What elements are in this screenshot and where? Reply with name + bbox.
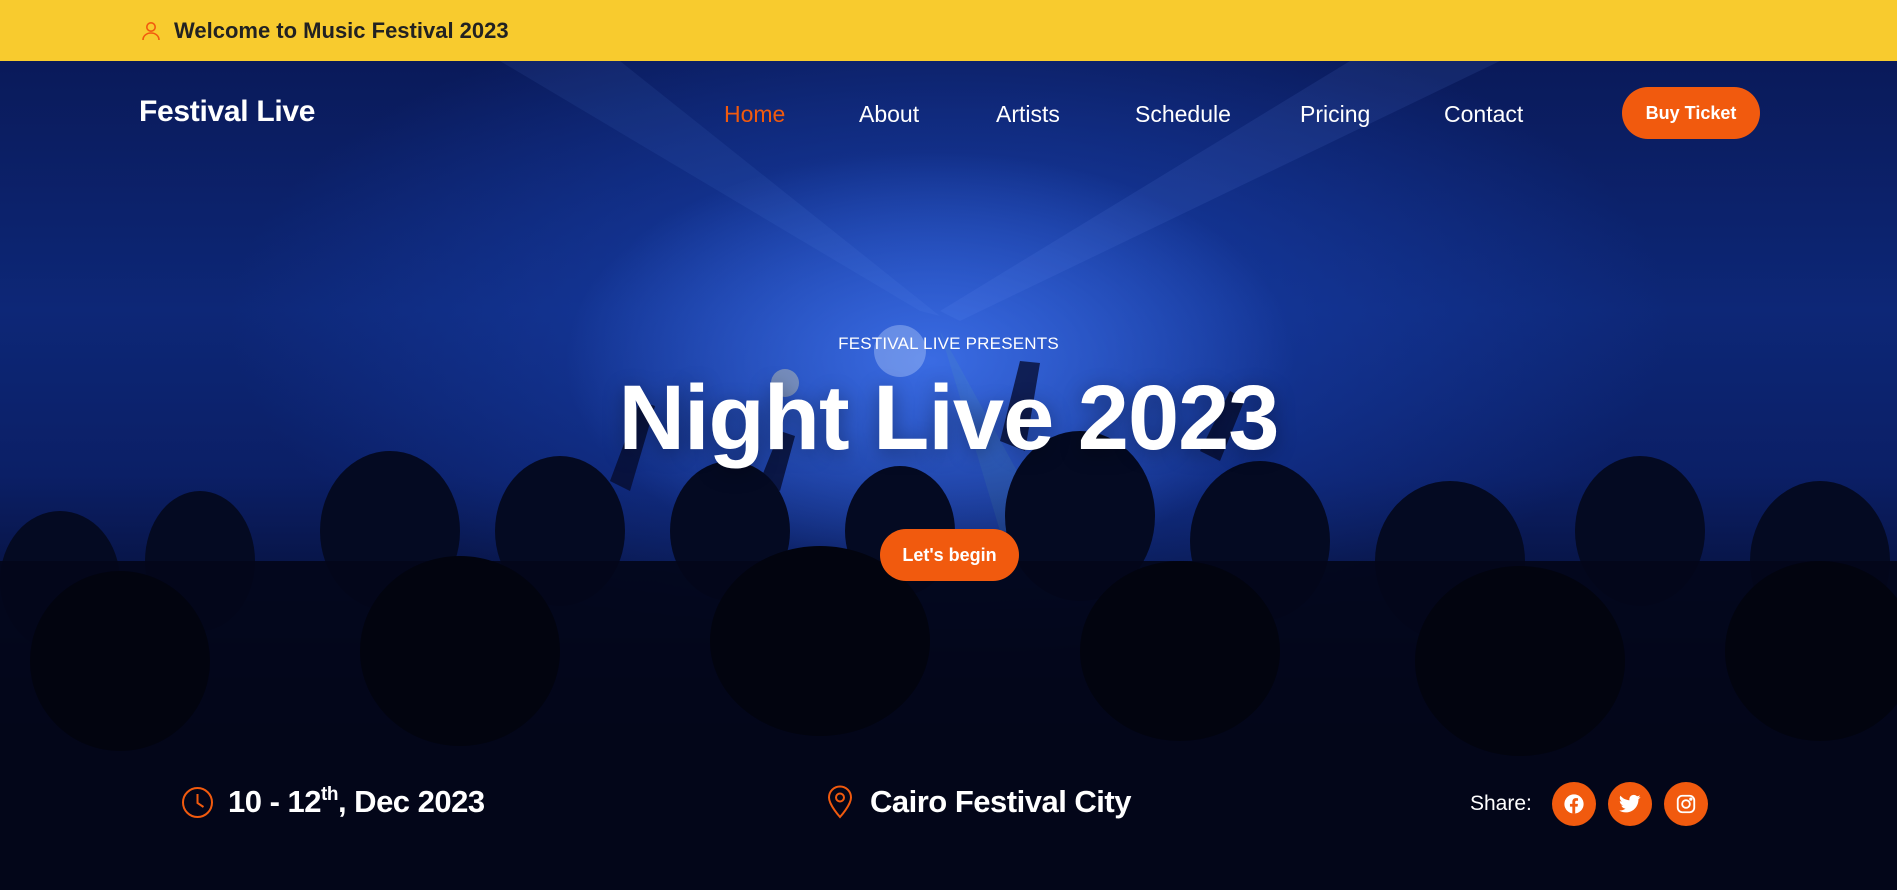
twitter-icon[interactable] <box>1607 782 1652 826</box>
nav-item-about[interactable]: About <box>859 101 919 128</box>
buy-ticket-button[interactable]: Buy Ticket <box>1622 87 1760 139</box>
nav-item-pricing[interactable]: Pricing <box>1300 101 1370 128</box>
clock-icon <box>181 786 214 819</box>
instagram-icon[interactable] <box>1663 782 1708 826</box>
nav-item-artists[interactable]: Artists <box>996 101 1060 128</box>
share-label: Share: <box>1470 792 1532 815</box>
hero-background <box>0 61 1897 890</box>
event-location: Cairo Festival City <box>826 778 1131 826</box>
nav-item-contact[interactable]: Contact <box>1444 101 1523 128</box>
facebook-icon[interactable] <box>1551 782 1596 826</box>
welcome-text: Welcome to Music Festival 2023 <box>174 17 509 43</box>
welcome-bar: Welcome to Music Festival 2023 <box>0 0 1897 61</box>
hero-title: Night Live 2023 <box>618 367 1280 469</box>
user-icon <box>140 20 162 42</box>
date-range: 10 - 12 <box>228 784 322 819</box>
crowd-silhouette <box>0 61 1897 890</box>
lets-begin-button[interactable]: Let's begin <box>880 529 1019 581</box>
date-text: 10 - 12th, Dec 2023 <box>228 784 485 820</box>
location-text: Cairo Festival City <box>870 784 1131 819</box>
date-month-year: , Dec 2023 <box>337 784 485 819</box>
map-pin-icon <box>826 785 854 819</box>
hero-subtitle: FESTIVAL LIVE PRESENTS <box>838 334 1059 353</box>
share-bar: Share: <box>1470 782 1720 826</box>
date-suffix: th <box>321 784 338 805</box>
nav-item-home[interactable]: Home <box>724 101 785 128</box>
event-date: 10 - 12th, Dec 2023 <box>181 778 485 826</box>
nav-menu: Home About Artists Schedule Pricing Cont… <box>0 101 1897 131</box>
main-nav: Festival Live Home About Artists Schedul… <box>0 61 1897 165</box>
nav-item-schedule[interactable]: Schedule <box>1135 101 1231 128</box>
